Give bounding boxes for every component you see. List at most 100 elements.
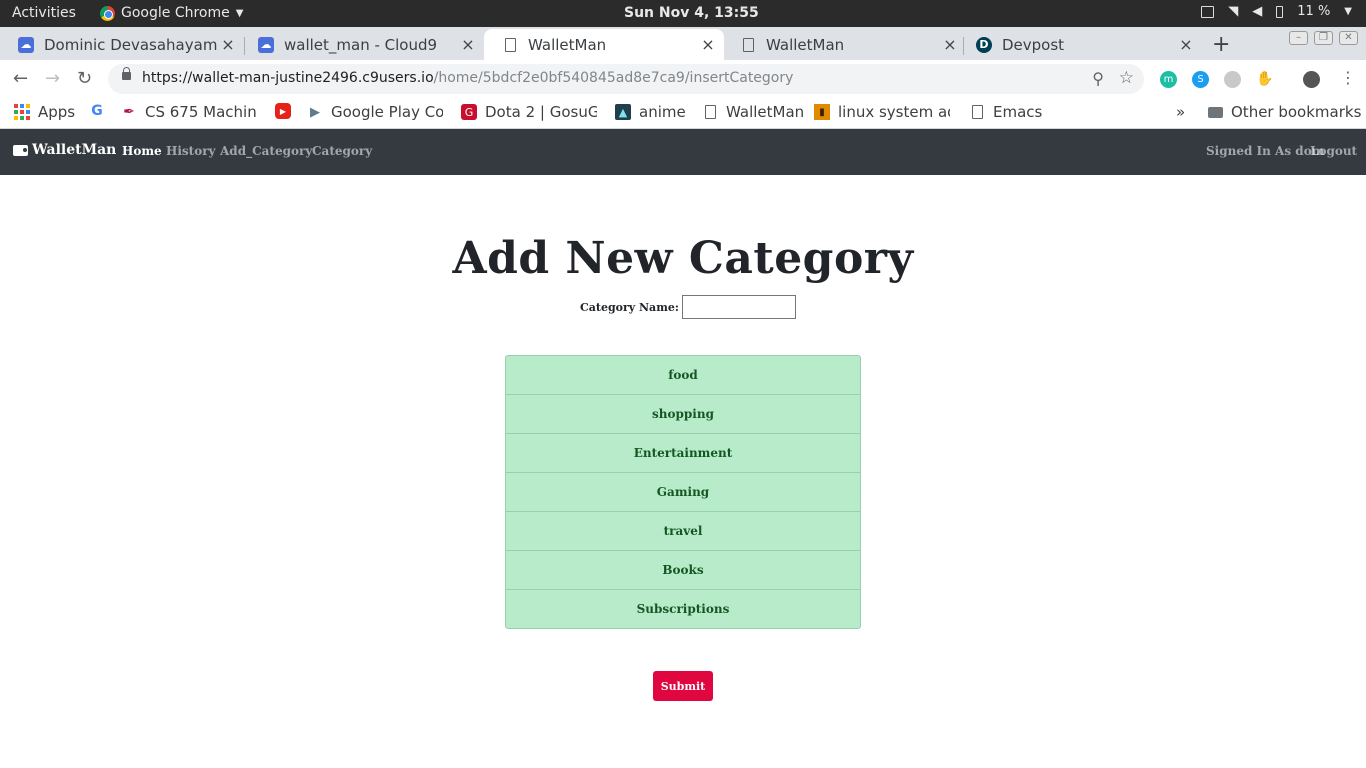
- nav-signed-in[interactable]: Signed In As dom: [1206, 144, 1324, 158]
- category-item[interactable]: Gaming: [505, 472, 861, 512]
- close-icon[interactable]: ×: [940, 35, 960, 54]
- bookmarks-bar: Apps G ✒ CS 675 Machine L ▶ ▶ Google Pla…: [0, 96, 1366, 129]
- bookmark-apps[interactable]: Apps: [14, 103, 75, 121]
- category-name-input[interactable]: [681, 295, 796, 319]
- tab-strip: ☁ Dominic Devasahayam × ☁ wallet_man - C…: [0, 27, 1366, 60]
- nav-category[interactable]: Category: [312, 144, 372, 158]
- chrome-icon: [100, 5, 115, 21]
- reload-icon[interactable]: ↻: [77, 68, 92, 89]
- tab-walletman[interactable]: WalletMan ×: [722, 29, 966, 60]
- tab-walletman-active[interactable]: WalletMan ×: [484, 29, 724, 60]
- category-item[interactable]: food: [505, 355, 861, 395]
- submit-button[interactable]: Submit: [653, 671, 713, 701]
- bookmark-google[interactable]: G: [89, 103, 105, 119]
- page-icon: [740, 37, 756, 53]
- zoom-icon[interactable]: ⚲: [1092, 69, 1104, 88]
- battery-percent: 11 %: [1297, 4, 1331, 19]
- tab-cloud9[interactable]: ☁ wallet_man - Cloud9 ×: [240, 29, 484, 60]
- chevron-down-icon: ▼: [1344, 6, 1352, 17]
- anime-icon: ▲: [615, 104, 631, 120]
- tab-dominic[interactable]: ☁ Dominic Devasahayam ×: [0, 29, 244, 60]
- page-icon: [969, 104, 985, 120]
- lock-icon: [122, 67, 131, 80]
- nav-home[interactable]: Home: [122, 144, 162, 158]
- bookmark-label: Google Play Con: [331, 103, 443, 121]
- close-window-button[interactable]: ✕: [1339, 31, 1358, 45]
- bookmark-anime[interactable]: ▲ anime: [615, 103, 686, 121]
- bookmark-label: Other bookmarks: [1231, 103, 1362, 121]
- tab-title: WalletMan: [528, 35, 607, 54]
- wifi-icon: ◥: [1228, 4, 1239, 19]
- tab-devpost[interactable]: D Devpost ×: [958, 29, 1202, 60]
- cloud-icon: ☁: [258, 36, 274, 53]
- category-list: food shopping Entertainment Gaming trave…: [505, 355, 861, 629]
- tab-title: wallet_man - Cloud9: [284, 35, 438, 54]
- bookmark-walletman[interactable]: WalletMan: [702, 103, 804, 121]
- activities-button[interactable]: Activities: [12, 5, 76, 21]
- category-form: Category Name:: [580, 295, 796, 319]
- apps-grid-icon: [14, 104, 30, 120]
- category-item[interactable]: Books: [505, 550, 861, 590]
- feather-icon: ✒: [123, 104, 135, 120]
- clock[interactable]: Sun Nov 4, 13:55: [624, 5, 759, 21]
- brand-link[interactable]: WalletMan: [13, 142, 116, 158]
- bookmark-dota2[interactable]: G Dota 2 | GosuGar: [461, 103, 597, 121]
- wallet-icon: [13, 144, 28, 156]
- category-item[interactable]: Subscriptions: [505, 589, 861, 629]
- bookmark-label: CS 675 Machine L: [145, 103, 257, 121]
- minimize-button[interactable]: –: [1289, 31, 1308, 45]
- category-item[interactable]: Entertainment: [505, 433, 861, 473]
- bookmark-star-icon[interactable]: ☆: [1119, 68, 1134, 88]
- close-icon[interactable]: ×: [458, 35, 478, 54]
- nav-add-category[interactable]: Add_Category: [220, 144, 312, 158]
- battery-icon: [1276, 5, 1284, 18]
- bookmark-cs675[interactable]: ✒ CS 675 Machine L: [121, 103, 257, 121]
- tab-title: WalletMan: [766, 35, 845, 54]
- bookmark-linux[interactable]: ▮ linux system adm: [814, 103, 950, 121]
- youtube-icon: ▶: [275, 103, 291, 119]
- bookmark-label: WalletMan: [726, 103, 805, 121]
- bookmark-google-play[interactable]: ▶ Google Play Con: [307, 103, 443, 121]
- devpost-icon: D: [976, 36, 992, 53]
- cloud-icon: ☁: [18, 36, 34, 53]
- close-icon[interactable]: ×: [218, 35, 238, 54]
- maximize-button[interactable]: ❐: [1314, 31, 1333, 45]
- forward-icon[interactable]: →: [45, 68, 60, 89]
- bookmark-label: Emacs: [993, 103, 1043, 121]
- back-icon[interactable]: ←: [13, 68, 28, 89]
- app-menu[interactable]: Google Chrome ▼: [100, 5, 243, 21]
- bookmarks-overflow[interactable]: »: [1176, 103, 1185, 121]
- nav-logout[interactable]: Logout: [1310, 144, 1357, 158]
- gnome-extension-icon[interactable]: ✋: [1256, 71, 1273, 88]
- chevron-right-icon: »: [1176, 103, 1186, 121]
- address-bar[interactable]: https://wallet-man-justine2496.c9users.i…: [108, 64, 1144, 94]
- close-icon[interactable]: ×: [698, 35, 718, 54]
- extension-m-icon[interactable]: m: [1160, 71, 1177, 88]
- nav-history[interactable]: History: [166, 144, 216, 158]
- app-navbar: WalletMan Home History Add_Category Cate…: [0, 129, 1366, 175]
- brand-name: WalletMan: [32, 142, 117, 158]
- bookmark-emacs[interactable]: Emacs: [969, 103, 1042, 121]
- bookmark-other[interactable]: Other bookmarks: [1207, 103, 1361, 121]
- category-item[interactable]: travel: [505, 511, 861, 551]
- app-name: Google Chrome: [121, 5, 230, 21]
- page-icon: [502, 37, 518, 53]
- url-text[interactable]: https://wallet-man-justine2496.c9users.i…: [142, 70, 793, 86]
- category-item[interactable]: shopping: [505, 394, 861, 434]
- system-tray[interactable]: ◥ ◀ 11 % ▼: [1201, 4, 1352, 19]
- bookmark-label: linux system adm: [838, 103, 950, 121]
- menu-icon[interactable]: ⋮: [1340, 68, 1356, 87]
- new-tab-button[interactable]: +: [1212, 32, 1230, 57]
- category-name-label: Category Name:: [580, 300, 679, 314]
- chevron-down-icon: ▼: [235, 7, 244, 19]
- page-title: Add New Category: [452, 233, 914, 284]
- bookmark-label: Dota 2 | GosuGar: [485, 103, 597, 121]
- close-icon[interactable]: ×: [1176, 35, 1196, 54]
- extension-circle-icon[interactable]: [1224, 71, 1241, 88]
- system-top-bar: Activities Google Chrome ▼ Sun Nov 4, 13…: [0, 0, 1366, 27]
- play-store-icon: ▶: [310, 104, 320, 120]
- folder-icon: [1207, 104, 1223, 120]
- skype-icon[interactable]: S: [1192, 71, 1209, 88]
- profile-avatar[interactable]: [1303, 71, 1320, 88]
- bookmark-youtube[interactable]: ▶: [275, 103, 291, 119]
